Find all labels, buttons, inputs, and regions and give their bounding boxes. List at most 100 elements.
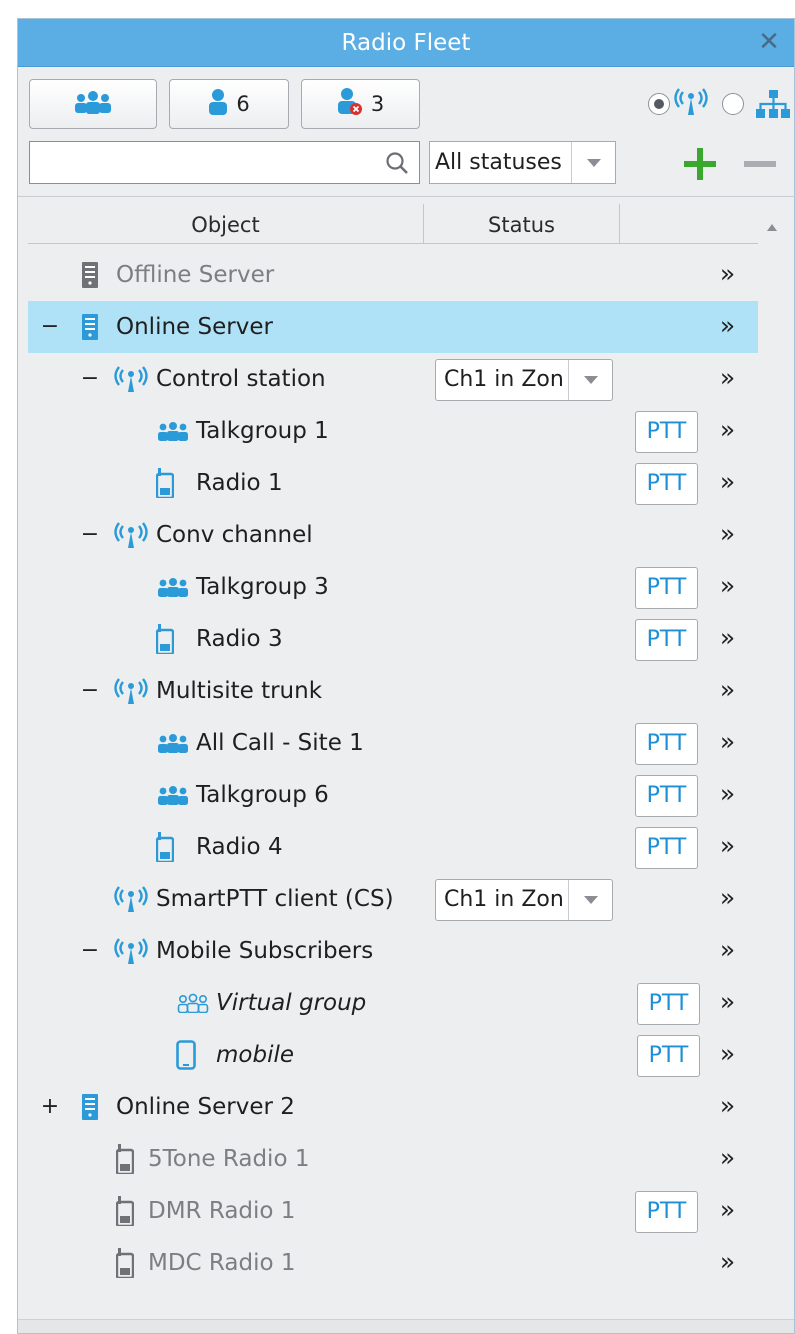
row-label: Radio 4 xyxy=(196,834,283,860)
status-filter-select[interactable]: All statuses xyxy=(429,141,616,184)
expand-toggle[interactable]: + xyxy=(40,1081,60,1133)
server-icon xyxy=(82,311,98,343)
handheld-radio-icon xyxy=(116,1247,134,1279)
row-actions-button[interactable]: » xyxy=(711,665,741,717)
user-offline-icon xyxy=(337,87,363,121)
channel-select[interactable]: Ch1 in Zone 1 xyxy=(435,879,613,921)
row-actions-button[interactable]: » xyxy=(711,613,741,665)
tree-row[interactable]: DMR Radio 1 PTT » xyxy=(28,1185,758,1237)
ptt-button[interactable]: PTT xyxy=(635,411,698,453)
talkgroup-icon xyxy=(156,571,190,603)
close-button[interactable]: ✕ xyxy=(754,27,784,57)
search-input[interactable] xyxy=(29,141,420,184)
row-actions-button[interactable]: » xyxy=(711,301,741,353)
tree-row[interactable]: All Call - Site 1 PTT » xyxy=(28,717,758,769)
channel-select[interactable]: Ch1 in Zone 1 xyxy=(435,359,613,401)
talkgroup-icon xyxy=(73,90,113,119)
row-label: SmartPTT client (CS) xyxy=(156,886,394,912)
ptt-button[interactable]: PTT xyxy=(635,567,698,609)
row-actions-button[interactable]: » xyxy=(711,1237,741,1289)
row-actions-button[interactable]: » xyxy=(711,249,741,301)
tree-row[interactable]: − Multisite trunk » xyxy=(28,665,758,717)
tree-row[interactable]: mobile PTT » xyxy=(28,1029,758,1081)
row-actions-button[interactable]: » xyxy=(711,717,741,769)
column-object[interactable]: Object xyxy=(28,204,424,244)
row-actions-button[interactable]: » xyxy=(711,561,741,613)
tree-row[interactable]: − Online Server » xyxy=(28,301,758,353)
tree-row[interactable]: Talkgroup 3 PTT » xyxy=(28,561,758,613)
hierarchy-view-radio[interactable] xyxy=(722,93,744,115)
tree-row[interactable]: − Mobile Subscribers » xyxy=(28,925,758,977)
tree-row[interactable]: Talkgroup 6 PTT » xyxy=(28,769,758,821)
row-label: DMR Radio 1 xyxy=(148,1198,296,1224)
offline-count: 3 xyxy=(370,92,385,116)
vertical-scrollbar[interactable] xyxy=(760,204,784,1319)
offline-subscribers-button[interactable]: 3 xyxy=(301,79,420,129)
row-actions-button[interactable]: » xyxy=(711,821,741,873)
handheld-radio-icon xyxy=(116,1195,134,1227)
tree-row[interactable]: Radio 1 PTT » xyxy=(28,457,758,509)
tree-row[interactable]: Offline Server » xyxy=(28,249,758,301)
tree-row[interactable]: Radio 3 PTT » xyxy=(28,613,758,665)
collapse-toggle[interactable]: − xyxy=(80,665,100,717)
collapse-toggle[interactable]: − xyxy=(80,509,100,561)
collapse-toggle[interactable]: − xyxy=(40,301,60,353)
chevron-down-icon xyxy=(568,360,612,400)
talkgroup-icon xyxy=(156,727,190,759)
row-actions-button[interactable]: » xyxy=(711,977,741,1029)
ptt-button[interactable]: PTT xyxy=(635,775,698,817)
row-actions-button[interactable]: » xyxy=(711,769,741,821)
tree-row[interactable]: + Online Server 2 » xyxy=(28,1081,758,1133)
online-count: 6 xyxy=(236,92,250,116)
ptt-button[interactable]: PTT xyxy=(637,1035,700,1077)
talkgroup-icon xyxy=(156,415,190,447)
tree-row[interactable]: Talkgroup 1 PTT » xyxy=(28,405,758,457)
row-label: Control station xyxy=(156,366,326,392)
tree-row[interactable]: SmartPTT client (CS) Ch1 in Zone 1 » xyxy=(28,873,758,925)
row-actions-button[interactable]: » xyxy=(711,1081,741,1133)
row-actions-button[interactable]: » xyxy=(711,1133,741,1185)
column-header: Object Status xyxy=(28,204,758,244)
add-button[interactable] xyxy=(680,144,720,184)
chevron-down-icon xyxy=(571,142,615,183)
window-title: Radio Fleet xyxy=(341,30,471,56)
tree-row[interactable]: Virtual group PTT » xyxy=(28,977,758,1029)
tree-row[interactable]: − Conv channel » xyxy=(28,509,758,561)
collapse-toggle[interactable]: − xyxy=(80,925,100,977)
radio-tower-icon xyxy=(674,87,708,121)
row-label: Radio 1 xyxy=(196,470,283,496)
tower-view-radio[interactable] xyxy=(648,93,670,115)
ptt-button[interactable]: PTT xyxy=(635,619,698,661)
ptt-button[interactable]: PTT xyxy=(635,463,698,505)
online-subscribers-button[interactable]: 6 xyxy=(169,79,289,129)
row-actions-button[interactable]: » xyxy=(711,353,741,405)
column-actions[interactable] xyxy=(620,204,758,244)
tree-row[interactable]: − Control station Ch1 in Zone 1 » xyxy=(28,353,758,405)
row-actions-button[interactable]: » xyxy=(711,925,741,977)
row-label: Online Server xyxy=(116,314,273,340)
ptt-button[interactable]: PTT xyxy=(637,983,700,1025)
ptt-button[interactable]: PTT xyxy=(635,1191,698,1233)
row-actions-button[interactable]: » xyxy=(711,509,741,561)
row-label: Offline Server xyxy=(116,262,275,288)
show-talkgroups-button[interactable] xyxy=(29,79,157,129)
tree-row[interactable]: Radio 4 PTT » xyxy=(28,821,758,873)
remove-button[interactable] xyxy=(740,144,780,184)
row-actions-button[interactable]: » xyxy=(711,1185,741,1237)
scroll-up-icon[interactable] xyxy=(767,216,777,235)
radio-fleet-panel: Radio Fleet ✕ 6 3 All statuses Object St… xyxy=(17,18,795,1334)
row-label: All Call - Site 1 xyxy=(196,730,364,756)
handheld-radio-icon xyxy=(116,1143,134,1175)
tree-row[interactable]: 5Tone Radio 1 » xyxy=(28,1133,758,1185)
tree-row[interactable]: MDC Radio 1 » xyxy=(28,1237,758,1289)
chevron-down-icon xyxy=(568,880,612,920)
row-actions-button[interactable]: » xyxy=(711,405,741,457)
column-status[interactable]: Status xyxy=(424,204,620,244)
row-label: Conv channel xyxy=(156,522,313,548)
row-actions-button[interactable]: » xyxy=(711,873,741,925)
ptt-button[interactable]: PTT xyxy=(635,723,698,765)
ptt-button[interactable]: PTT xyxy=(635,827,698,869)
collapse-toggle[interactable]: − xyxy=(80,353,100,405)
row-actions-button[interactable]: » xyxy=(711,1029,741,1081)
row-actions-button[interactable]: » xyxy=(711,457,741,509)
